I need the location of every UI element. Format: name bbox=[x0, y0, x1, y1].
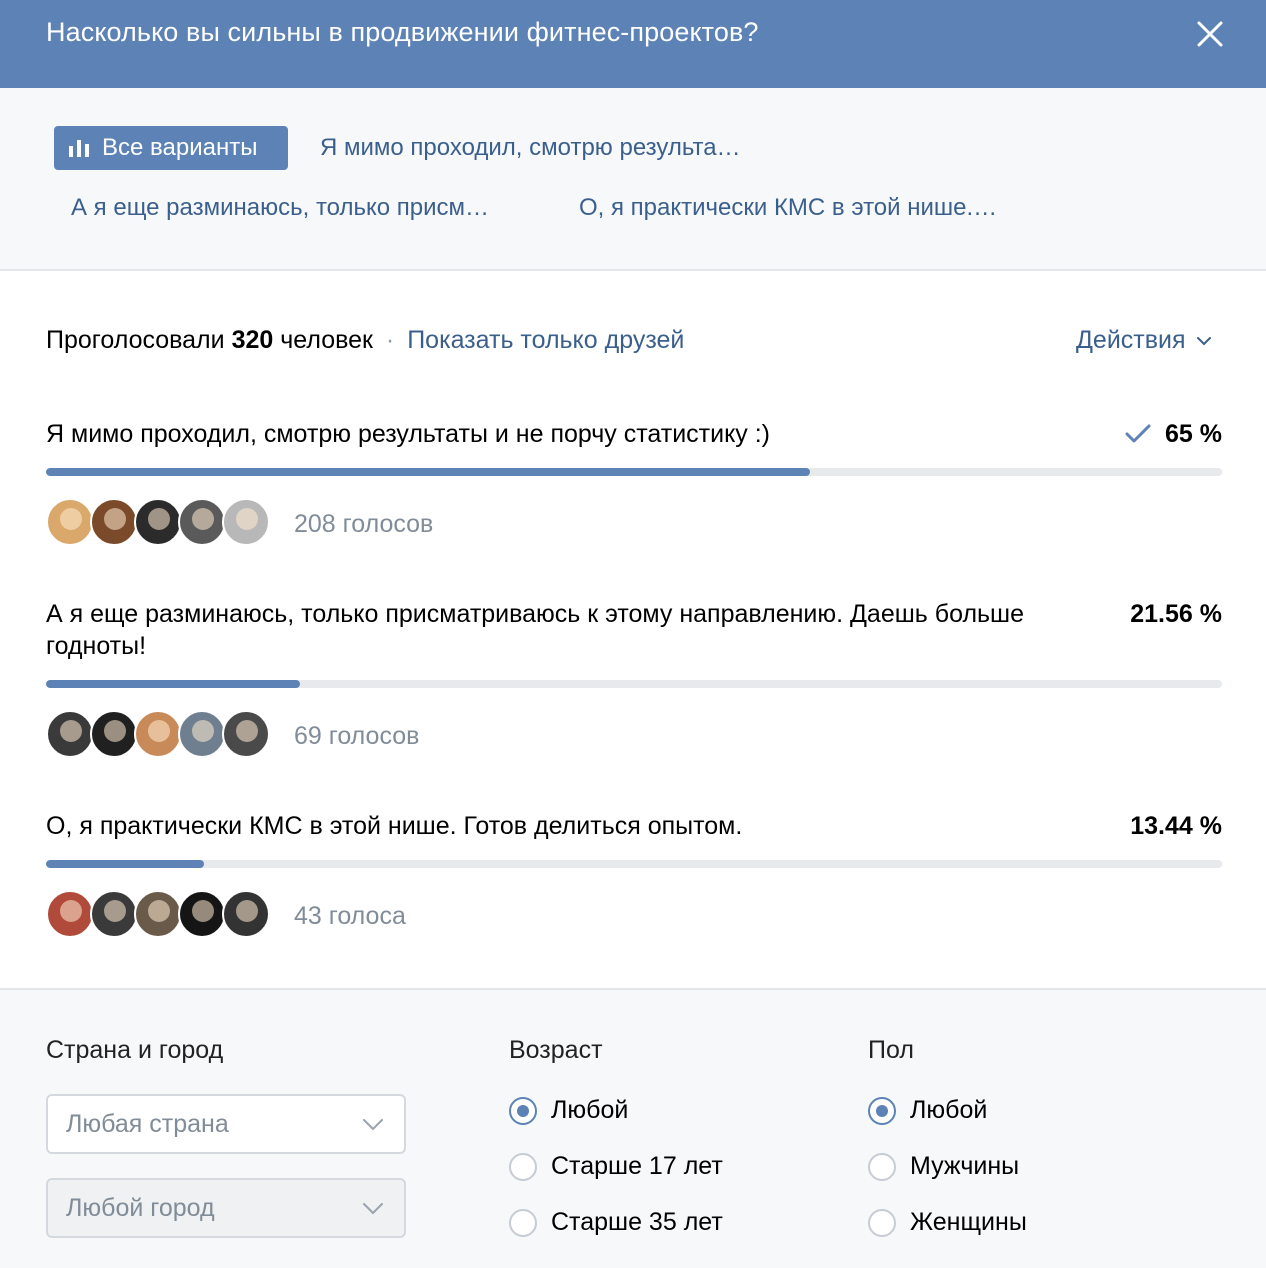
modal-header: Насколько вы сильны в продвижении фитнес… bbox=[0, 0, 1266, 88]
tab-option-3[interactable]: О, я практически КМС в этой нише.… bbox=[579, 194, 997, 222]
chevron-down-icon bbox=[363, 1203, 383, 1215]
radio-label[interactable]: Любой bbox=[551, 1096, 628, 1125]
avatar[interactable] bbox=[222, 890, 270, 938]
chevron-down-icon bbox=[363, 1119, 383, 1131]
avatar[interactable] bbox=[178, 710, 226, 758]
bar-chart-icon bbox=[69, 140, 89, 157]
option-progress-bar bbox=[46, 468, 1222, 476]
age-radio-over-35[interactable]: Старше 35 лет bbox=[509, 1208, 723, 1237]
avatar[interactable] bbox=[222, 498, 270, 546]
radio-label[interactable]: Мужчины bbox=[910, 1152, 1019, 1181]
tab-option-1[interactable]: Я мимо проходил, смотрю результа… bbox=[320, 134, 741, 162]
option-progress-fill bbox=[46, 468, 811, 476]
avatar[interactable] bbox=[134, 890, 182, 938]
option-text: Я мимо проходил, смотрю результаты и не … bbox=[46, 420, 771, 448]
avatar[interactable] bbox=[222, 710, 270, 758]
location-filter-title: Страна и город bbox=[46, 1036, 224, 1064]
option-percent: 21.56 % bbox=[1130, 598, 1222, 630]
age-radio-over-17[interactable]: Старше 17 лет bbox=[509, 1152, 723, 1181]
age-filter-title: Возраст bbox=[509, 1036, 603, 1064]
summary-suffix: человек bbox=[280, 326, 373, 354]
option-percent-label: 21.56 % bbox=[1130, 600, 1222, 628]
separator-dot: · bbox=[385, 326, 395, 354]
age-radio-any[interactable]: Любой bbox=[509, 1096, 628, 1125]
option-text: А я еще разминаюсь, только присматриваюс… bbox=[46, 600, 1025, 660]
gender-radio-men[interactable]: Мужчины bbox=[868, 1152, 1019, 1181]
avatar[interactable] bbox=[134, 710, 182, 758]
avatar[interactable] bbox=[90, 890, 138, 938]
checkmark-icon bbox=[1125, 424, 1151, 443]
avatar[interactable] bbox=[90, 498, 138, 546]
option-percent: 65 % bbox=[1125, 418, 1222, 450]
option-votes-count[interactable]: 208 голосов bbox=[294, 510, 433, 539]
option-text: О, я практически КМС в этой нише. Готов … bbox=[46, 812, 743, 840]
radio-button[interactable] bbox=[509, 1208, 537, 1237]
radio-label[interactable]: Женщины bbox=[910, 1208, 1027, 1237]
tab-all-options[interactable]: Все варианты bbox=[54, 126, 288, 170]
city-select[interactable]: Любой город bbox=[46, 1178, 406, 1238]
summary-prefix: Проголосовали bbox=[46, 326, 225, 354]
radio-button[interactable] bbox=[868, 1096, 896, 1125]
radio-button[interactable] bbox=[868, 1152, 896, 1181]
radio-label[interactable]: Старше 17 лет bbox=[551, 1152, 723, 1181]
close-button[interactable] bbox=[1190, 14, 1230, 54]
avatar[interactable] bbox=[46, 890, 94, 938]
votes-summary: Проголосовали 320 человек · Показать тол… bbox=[46, 326, 684, 355]
show-friends-link[interactable]: Показать только друзей bbox=[407, 326, 684, 354]
gender-radio-women[interactable]: Женщины bbox=[868, 1208, 1027, 1237]
radio-label[interactable]: Любой bbox=[910, 1096, 987, 1125]
city-select-value: Любой город bbox=[66, 1194, 215, 1222]
option-votes-count[interactable]: 43 голоса bbox=[294, 902, 406, 931]
radio-button[interactable] bbox=[509, 1096, 537, 1125]
avatar[interactable] bbox=[178, 890, 226, 938]
avatar[interactable] bbox=[46, 498, 94, 546]
radio-button[interactable] bbox=[509, 1152, 537, 1181]
voter-avatars[interactable] bbox=[46, 890, 270, 938]
radio-label[interactable]: Старше 35 лет bbox=[551, 1208, 723, 1237]
country-select[interactable]: Любая страна bbox=[46, 1094, 406, 1154]
country-select-value: Любая страна bbox=[66, 1110, 229, 1138]
option-progress-fill bbox=[46, 680, 300, 688]
option-progress-fill bbox=[46, 860, 205, 868]
radio-button[interactable] bbox=[868, 1208, 896, 1237]
avatar[interactable] bbox=[134, 498, 182, 546]
gender-radio-any[interactable]: Любой bbox=[868, 1096, 987, 1125]
close-icon[interactable] bbox=[1190, 14, 1230, 54]
option-progress-bar bbox=[46, 860, 1222, 868]
chevron-down-icon bbox=[1196, 336, 1211, 345]
voter-avatars[interactable] bbox=[46, 710, 270, 758]
poll-title: Насколько вы сильны в продвижении фитнес… bbox=[46, 17, 759, 47]
tab-option-2[interactable]: А я еще разминаюсь, только присм… bbox=[71, 194, 489, 222]
option-progress-bar bbox=[46, 680, 1222, 688]
actions-label[interactable]: Действия bbox=[1076, 326, 1186, 355]
option-percent: 13.44 % bbox=[1130, 810, 1222, 842]
avatar[interactable] bbox=[90, 710, 138, 758]
filters-panel: Страна и город Любая страна Любой город … bbox=[0, 988, 1266, 1268]
option-percent-label: 65 % bbox=[1165, 420, 1222, 448]
avatar[interactable] bbox=[46, 710, 94, 758]
option-votes-count[interactable]: 69 голосов bbox=[294, 722, 419, 751]
answer-tabs: Все варианты Я мимо проходил, смотрю рез… bbox=[0, 88, 1266, 271]
tab-label: Все варианты bbox=[102, 134, 258, 161]
gender-filter-title: Пол bbox=[868, 1036, 914, 1064]
option-percent-label: 13.44 % bbox=[1130, 812, 1222, 840]
total-votes-count: 320 bbox=[231, 326, 274, 354]
avatar[interactable] bbox=[178, 498, 226, 546]
actions-dropdown[interactable]: Действия bbox=[1076, 326, 1212, 355]
voter-avatars[interactable] bbox=[46, 498, 270, 546]
